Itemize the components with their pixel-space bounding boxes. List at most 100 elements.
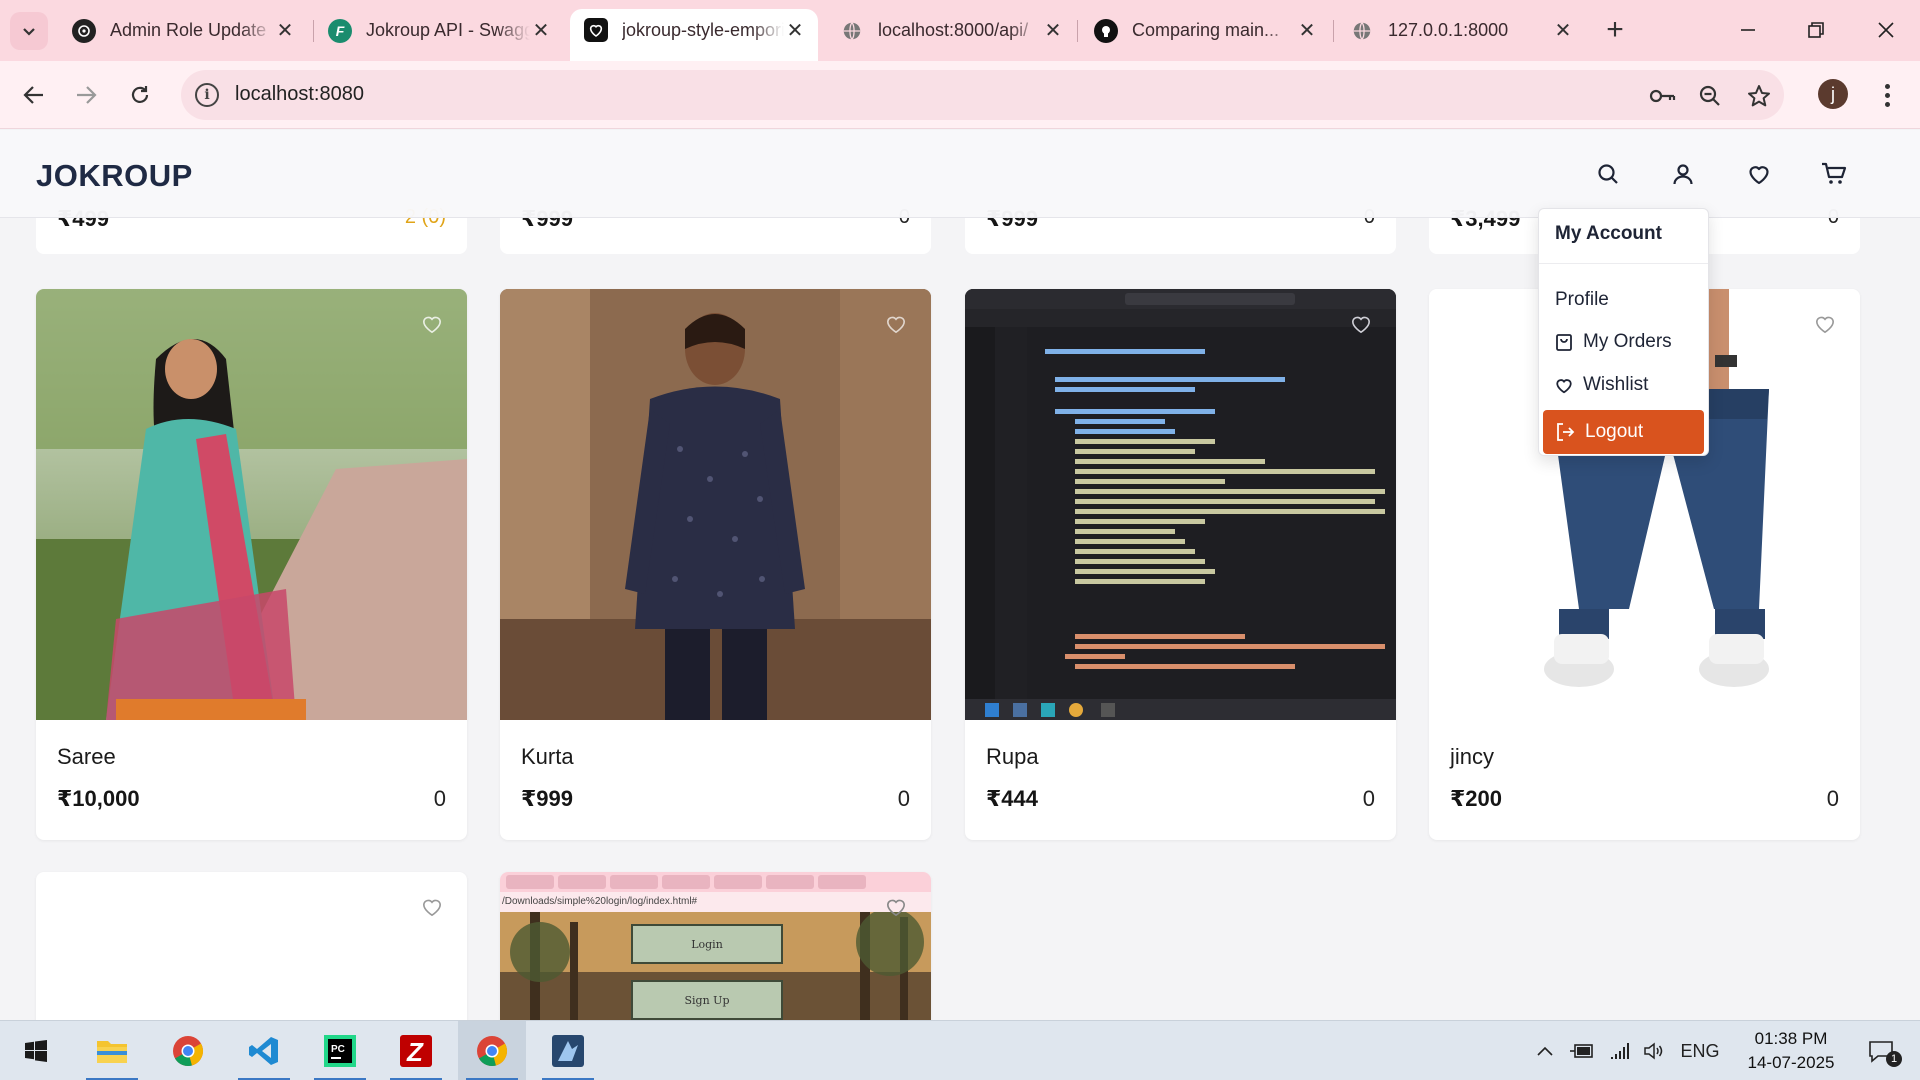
chevron-down-icon: [23, 28, 35, 36]
wishlist-toggle[interactable]: [1348, 311, 1374, 337]
tab-swagger[interactable]: F Jokroup API - Swagger ✕: [314, 10, 564, 51]
product-price: ₹200: [1450, 786, 1503, 811]
kurta-photo: [500, 289, 931, 720]
ssh-app-icon[interactable]: [534, 1021, 602, 1080]
screenshot-tab-bar: [500, 872, 931, 892]
product-image[interactable]: /Downloads/simple%20login/log/index.html…: [500, 872, 931, 1020]
volume-icon[interactable]: [1638, 1021, 1670, 1080]
product-rating: 0: [897, 786, 910, 811]
saree-photo: [36, 289, 467, 720]
wifi-icon[interactable]: [1604, 1021, 1636, 1080]
site-logo[interactable]: JOKROUP: [36, 158, 193, 194]
tab-title: Jokroup API - Swagger: [366, 20, 530, 40]
product-name[interactable]: Kurta: [521, 744, 574, 770]
wishlist-toggle[interactable]: [1812, 311, 1838, 337]
product-card[interactable]: Kurta ₹999 0: [500, 289, 931, 840]
tab-close-icon[interactable]: ✕: [1296, 18, 1318, 43]
browser-menu-button[interactable]: [1872, 78, 1902, 112]
tab-close-icon[interactable]: ✕: [530, 18, 552, 43]
restore-button[interactable]: [1786, 8, 1846, 52]
minimize-button[interactable]: [1718, 8, 1778, 52]
wishlist-toggle[interactable]: [883, 894, 909, 920]
new-tab-button[interactable]: +: [1598, 14, 1632, 46]
windows-taskbar: PC Z ENG 01:38 PM 14-07-2025 1: [0, 1020, 1920, 1080]
heart-favicon-icon: [584, 18, 608, 42]
menu-item-my-orders[interactable]: My Orders: [1555, 331, 1672, 353]
restore-icon: [1808, 22, 1824, 38]
tab-close-icon[interactable]: ✕: [1042, 18, 1064, 43]
tab-title: Comparing main...: [1132, 20, 1280, 40]
chrome-icon[interactable]: [154, 1021, 222, 1080]
taskbar-clock[interactable]: 01:38 PM 14-07-2025: [1736, 1027, 1846, 1075]
notification-center-button[interactable]: 1: [1856, 1021, 1906, 1080]
logout-button[interactable]: Logout: [1543, 410, 1704, 454]
vscode-icon[interactable]: [230, 1021, 298, 1080]
start-button[interactable]: [2, 1021, 70, 1080]
site-header: JOKROUP: [0, 130, 1920, 218]
user-icon[interactable]: [1667, 158, 1699, 190]
wishlist-toggle[interactable]: [419, 894, 445, 920]
reload-button[interactable]: [120, 75, 160, 115]
github-icon: [1094, 18, 1118, 43]
heart-outline-icon: [886, 899, 906, 917]
cart-icon[interactable]: [1818, 158, 1850, 190]
tab-close-icon[interactable]: ✕: [1552, 18, 1574, 43]
zoom-icon[interactable]: [1695, 81, 1725, 111]
product-image[interactable]: [965, 289, 1396, 720]
browser-toolbar: i localhost:8080: [0, 61, 1920, 129]
heart-icon: [1556, 378, 1572, 393]
tab-search-button[interactable]: [10, 12, 48, 50]
notification-count-badge: 1: [1886, 1051, 1902, 1067]
globe-icon: [1350, 19, 1374, 43]
tab-localhost-api[interactable]: localhost:8000/api/ ✕: [826, 10, 1076, 51]
logout-label: Logout: [1585, 421, 1644, 442]
search-icon[interactable]: [1592, 158, 1624, 190]
globe-icon: [840, 19, 864, 43]
back-button[interactable]: [14, 75, 54, 115]
product-name[interactable]: Rupa: [986, 744, 1039, 770]
product-card[interactable]: Saree ₹10,000 0: [36, 289, 467, 840]
reload-icon: [131, 86, 149, 103]
tab-jokroup-style-emporium[interactable]: jokroup-style-emporium ✕: [570, 9, 818, 61]
product-name[interactable]: Saree: [57, 744, 116, 770]
screenshot-url: /Downloads/simple%20login/log/index.html…: [500, 892, 931, 912]
site-info-icon[interactable]: i: [195, 83, 219, 107]
pycharm-icon[interactable]: PC: [306, 1021, 374, 1080]
heart-outline-icon: [1351, 316, 1371, 334]
screenshot-signup-button: Sign Up: [631, 980, 783, 1020]
product-card[interactable]: [36, 872, 467, 1020]
input-language-indicator[interactable]: ENG: [1678, 1021, 1722, 1080]
battery-icon[interactable]: [1566, 1021, 1598, 1080]
password-key-icon[interactable]: [1647, 81, 1677, 111]
file-explorer-icon[interactable]: [78, 1021, 146, 1080]
forward-button[interactable]: [66, 75, 106, 115]
profile-avatar[interactable]: j: [1818, 79, 1848, 109]
url-text[interactable]: localhost:8080: [235, 83, 364, 106]
product-image[interactable]: [36, 289, 467, 720]
product-price: ₹444: [986, 786, 1039, 811]
menu-item-wishlist[interactable]: Wishlist: [1555, 374, 1648, 396]
wishlist-toggle[interactable]: [419, 311, 445, 337]
tab-close-icon[interactable]: ✕: [274, 18, 296, 43]
address-bar[interactable]: i localhost:8080: [181, 70, 1784, 120]
tab-github-compare[interactable]: Comparing main... ✕: [1080, 10, 1330, 51]
product-name[interactable]: jincy: [1450, 744, 1494, 770]
bookmark-star-icon[interactable]: [1744, 81, 1774, 111]
product-card[interactable]: /Downloads/simple%20login/log/index.html…: [500, 872, 931, 1020]
product-image[interactable]: [500, 289, 931, 720]
tab-close-icon[interactable]: ✕: [784, 18, 806, 43]
show-hidden-icons-button[interactable]: [1530, 1021, 1560, 1080]
page-viewport: ₹499 2 (0) ₹999 0 ₹999 0 ₹3,499 0 JOKROU…: [0, 130, 1920, 1020]
filezilla-icon[interactable]: Z: [382, 1021, 450, 1080]
close-window-button[interactable]: [1856, 8, 1916, 52]
menu-item-profile[interactable]: Profile: [1555, 289, 1609, 311]
wishlist-toggle[interactable]: [883, 311, 909, 337]
product-card[interactable]: Rupa ₹444 0: [965, 289, 1396, 840]
close-icon: [1878, 22, 1894, 38]
menu-item-label: Profile: [1555, 289, 1609, 310]
tab-127-0-0-1[interactable]: 127.0.0.1:8000 ✕: [1336, 10, 1586, 51]
wishlist-heart-icon[interactable]: [1743, 158, 1775, 190]
tab-admin-role-update[interactable]: Admin Role Update ✕: [58, 10, 308, 51]
svg-text:PC: PC: [331, 1044, 345, 1055]
chrome-icon[interactable]: [458, 1021, 526, 1080]
